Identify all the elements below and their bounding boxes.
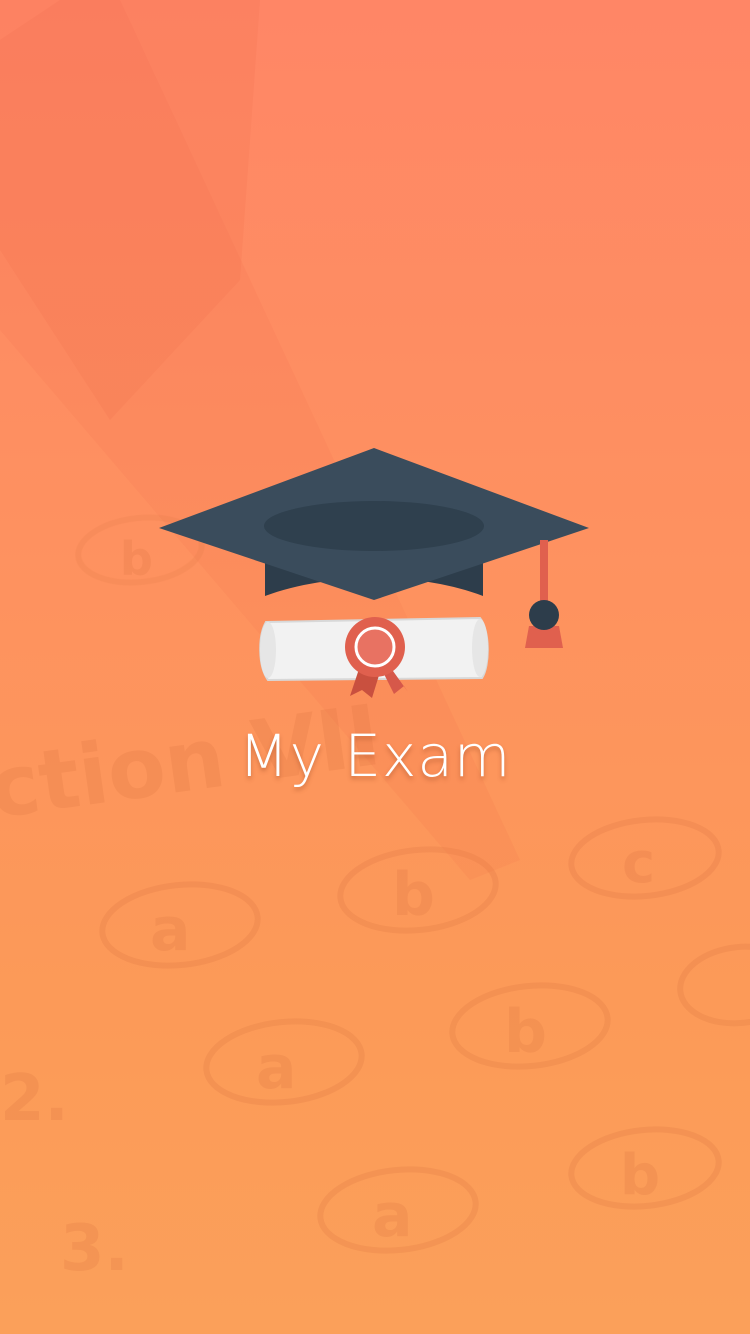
svg-text:b: b <box>504 997 547 1067</box>
svg-text:a: a <box>256 1033 297 1103</box>
svg-text:2.: 2. <box>0 1062 69 1136</box>
svg-text:b: b <box>120 532 153 586</box>
svg-text:a: a <box>150 895 191 965</box>
splash-screen: a b c a b a b b 2. 3. ction VII My Exam <box>0 0 750 1334</box>
svg-text:c: c <box>622 831 655 896</box>
svg-text:a: a <box>372 1181 413 1251</box>
svg-text:b: b <box>392 860 435 930</box>
graduation-cap-diploma-icon <box>159 448 589 698</box>
svg-text:b: b <box>620 1143 660 1208</box>
app-title: My Exam <box>238 722 512 790</box>
svg-text:3.: 3. <box>60 1212 129 1286</box>
